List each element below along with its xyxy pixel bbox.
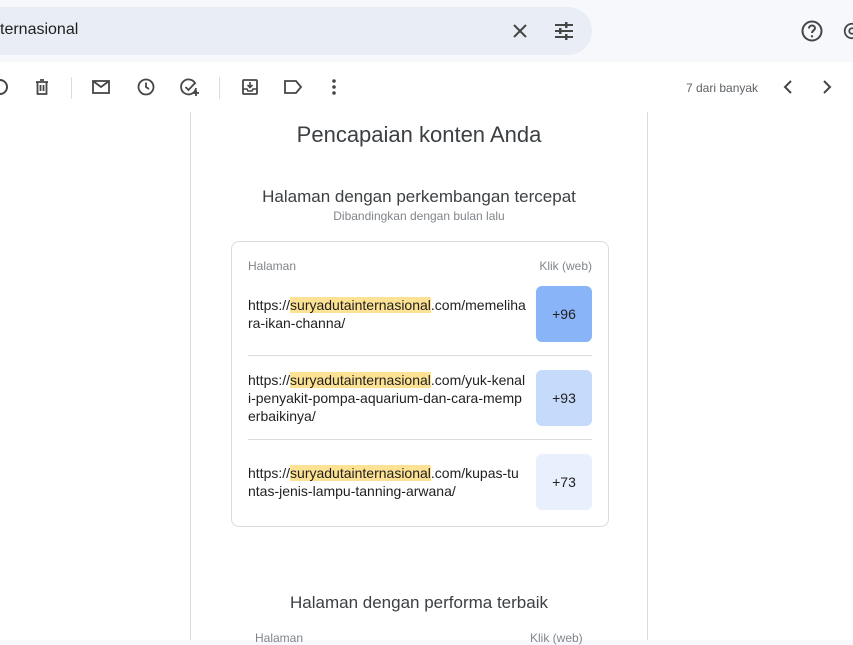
section-subtitle: Dibandingkan dengan bulan lalu: [333, 209, 505, 223]
column-header-page: Halaman: [248, 259, 297, 273]
table-row: https://suryadutainternasional.com/kupas…: [248, 454, 592, 510]
more-options-icon[interactable]: [323, 76, 345, 98]
search-input[interactable]: ternasional: [0, 21, 78, 39]
pages-table: Halaman Klik (web) https://suryadutainte…: [231, 241, 609, 527]
mark-unread-icon[interactable]: [90, 76, 112, 98]
section-title-best-performing: Halaman dengan performa terbaik: [290, 593, 548, 612]
search-bar[interactable]: ternasional: [0, 7, 592, 55]
pagination-count: 7 dari banyak: [686, 81, 759, 95]
delete-icon[interactable]: [31, 76, 53, 98]
report-title: Pencapaian konten Anda: [296, 122, 542, 147]
page-url-link[interactable]: https://suryadutainternasional.com/yuk-k…: [248, 371, 526, 425]
message-toolbar: 7 dari banyak: [0, 62, 853, 113]
row-divider: [248, 439, 592, 440]
snooze-icon[interactable]: [135, 76, 157, 98]
label-icon[interactable]: [282, 76, 304, 98]
settings-icon[interactable]: [842, 17, 853, 45]
clear-search-icon[interactable]: [506, 17, 534, 45]
report-email-card: Pencapaian konten Anda Halaman dengan pe…: [190, 112, 648, 645]
move-to-icon[interactable]: [239, 76, 261, 98]
report-spam-icon[interactable]: [0, 77, 10, 97]
clicks-badge: +93: [536, 370, 592, 426]
row-divider: [248, 355, 592, 356]
table-row: https://suryadutainternasional.com/memel…: [248, 286, 592, 342]
column-header-page: Halaman: [255, 631, 304, 645]
clicks-badge: +96: [536, 286, 592, 342]
table-row: https://suryadutainternasional.com/yuk-k…: [248, 370, 592, 426]
help-icon[interactable]: [798, 17, 826, 45]
search-options-icon[interactable]: [550, 17, 578, 45]
add-to-tasks-icon[interactable]: [179, 76, 201, 98]
section-title-fastest-growing: Halaman dengan perkembangan tercepat: [262, 187, 576, 206]
column-header-clicks: Klik (web): [530, 631, 583, 645]
toolbar-divider: [219, 77, 220, 99]
page-url-link[interactable]: https://suryadutainternasional.com/kupas…: [248, 464, 526, 500]
chevron-right-icon[interactable]: [816, 76, 838, 98]
column-header-clicks: Klik (web): [539, 259, 592, 273]
chevron-left-icon[interactable]: [777, 76, 799, 98]
clicks-badge: +73: [536, 454, 592, 510]
message-body: Pencapaian konten Anda Halaman dengan pe…: [0, 112, 853, 645]
toolbar-divider: [71, 77, 72, 99]
page-url-link[interactable]: https://suryadutainternasional.com/memel…: [248, 296, 526, 332]
